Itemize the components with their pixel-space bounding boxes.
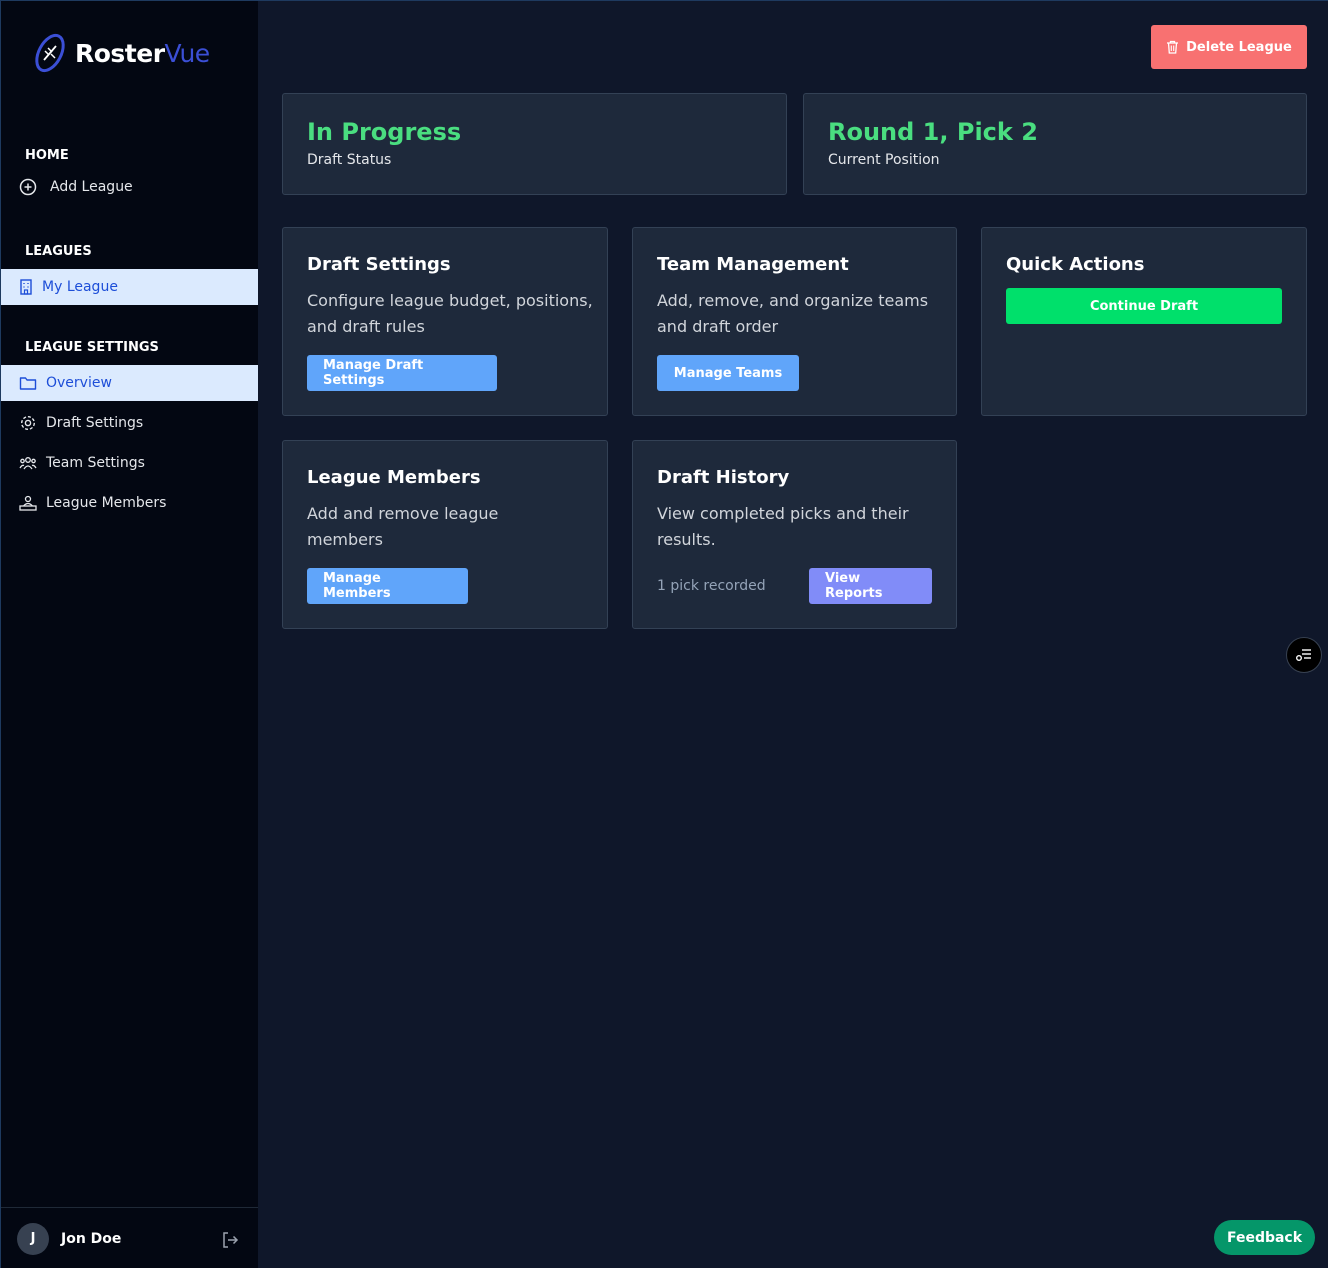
feedback-button[interactable]: Feedback bbox=[1214, 1220, 1315, 1255]
user-podium-icon bbox=[19, 495, 37, 511]
gear-icon bbox=[20, 415, 36, 431]
card-description: Add, remove, and organize teams and draf… bbox=[657, 291, 929, 336]
avatar[interactable]: J bbox=[17, 1222, 49, 1255]
user-bar: J Jon Doe bbox=[1, 1207, 258, 1268]
picks-recorded-count: 1 pick recorded bbox=[657, 578, 766, 594]
card-description: View completed picks and their results. bbox=[657, 504, 909, 549]
draft-status-label: Draft Status bbox=[307, 152, 392, 168]
delete-league-button[interactable]: Delete League bbox=[1151, 25, 1307, 69]
card-description: Add and remove league members bbox=[307, 504, 499, 549]
sidebar-item-label: Overview bbox=[46, 375, 112, 391]
current-position-card: Round 1, Pick 2 Current Position bbox=[803, 93, 1307, 195]
sidebar-item-label: Draft Settings bbox=[46, 415, 144, 431]
sidebar-item-overview[interactable]: Overview bbox=[1, 365, 258, 401]
trash-icon bbox=[1167, 40, 1179, 54]
continue-draft-button[interactable]: Continue Draft bbox=[1006, 288, 1282, 324]
draft-status-card: In Progress Draft Status bbox=[282, 93, 787, 195]
main-content: Delete League In Progress Draft Status R… bbox=[258, 1, 1328, 1268]
logout-icon[interactable] bbox=[221, 1231, 239, 1249]
sidebar-item-label: My League bbox=[42, 279, 118, 295]
section-title-home: HOME bbox=[25, 148, 69, 163]
draft-settings-card: Draft Settings Configure league budget, … bbox=[282, 227, 608, 416]
sidebar-item-add-league[interactable]: Add League bbox=[1, 169, 258, 205]
folder-icon bbox=[19, 377, 37, 390]
section-title-leagues: LEAGUES bbox=[25, 244, 92, 259]
sidebar-item-label: Add League bbox=[50, 179, 133, 195]
section-title-league-settings: LEAGUE SETTINGS bbox=[25, 340, 159, 355]
logo[interactable]: RosterVue bbox=[33, 31, 210, 75]
manage-teams-button[interactable]: Manage Teams bbox=[657, 355, 799, 391]
delete-league-label: Delete League bbox=[1186, 39, 1292, 55]
card-title: Team Management bbox=[657, 254, 849, 275]
floating-list-button[interactable] bbox=[1286, 637, 1322, 673]
team-management-card: Team Management Add, remove, and organiz… bbox=[632, 227, 957, 416]
quick-actions-card: Quick Actions Continue Draft bbox=[981, 227, 1307, 416]
view-reports-button[interactable]: View Reports bbox=[809, 568, 932, 604]
card-title: Draft History bbox=[657, 467, 790, 488]
draft-status-value: In Progress bbox=[307, 118, 462, 146]
card-description: Configure league budget, positions, and … bbox=[307, 291, 593, 336]
manage-draft-settings-button[interactable]: Manage Draft Settings bbox=[307, 355, 497, 391]
manage-members-button[interactable]: Manage Members bbox=[307, 568, 468, 604]
card-title: Quick Actions bbox=[1006, 254, 1145, 275]
user-name: Jon Doe bbox=[61, 1230, 122, 1247]
sidebar-item-label: League Members bbox=[46, 495, 167, 511]
sidebar-item-league-members[interactable]: League Members bbox=[1, 485, 258, 521]
logo-text: RosterVue bbox=[75, 38, 210, 68]
card-title: League Members bbox=[307, 467, 481, 488]
building-icon bbox=[20, 279, 32, 295]
users-icon bbox=[19, 457, 37, 470]
league-members-card: League Members Add and remove league mem… bbox=[282, 440, 608, 629]
plus-circle-icon bbox=[19, 178, 37, 196]
list-settings-icon bbox=[1296, 649, 1311, 661]
football-logo-icon bbox=[35, 33, 65, 73]
sidebar-item-my-league[interactable]: My League bbox=[1, 269, 258, 305]
current-position-value: Round 1, Pick 2 bbox=[828, 118, 1038, 146]
sidebar-item-team-settings[interactable]: Team Settings bbox=[1, 445, 258, 481]
sidebar: RosterVue HOME Add League LEAGUES My Lea… bbox=[1, 1, 258, 1268]
current-position-label: Current Position bbox=[828, 152, 940, 168]
sidebar-item-label: Team Settings bbox=[46, 455, 145, 471]
draft-history-card: Draft History View completed picks and t… bbox=[632, 440, 957, 629]
sidebar-item-draft-settings[interactable]: Draft Settings bbox=[1, 405, 258, 441]
card-title: Draft Settings bbox=[307, 254, 451, 275]
